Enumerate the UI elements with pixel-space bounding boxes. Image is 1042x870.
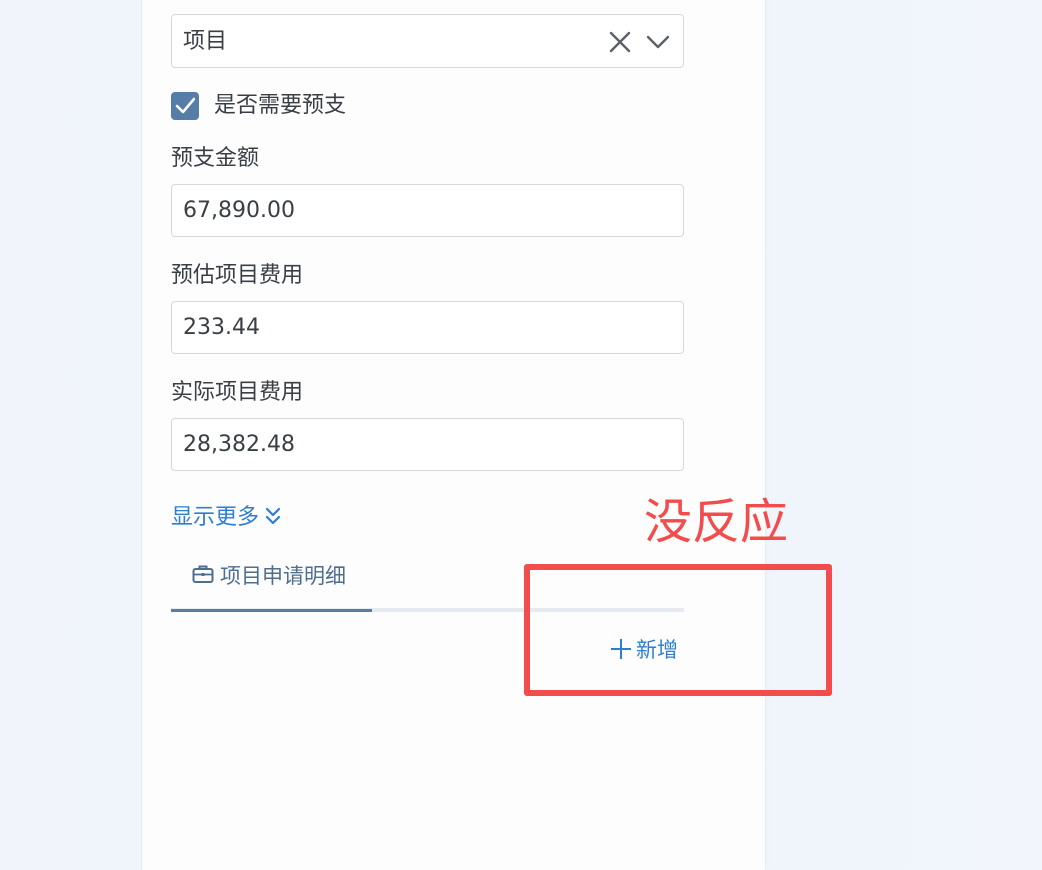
advance-amount-input[interactable]: 67,890.00 bbox=[171, 184, 684, 237]
estimated-cost-label: 预估项目费用 bbox=[171, 263, 304, 288]
advance-amount-value: 67,890.00 bbox=[183, 198, 295, 223]
tab-project-detail-label: 项目申请明细 bbox=[220, 564, 346, 588]
project-select-value: 项目 bbox=[183, 29, 228, 54]
actual-cost-label: 实际项目费用 bbox=[171, 380, 304, 405]
double-chevron-down-icon bbox=[265, 507, 281, 525]
prepay-checkbox[interactable] bbox=[171, 92, 199, 120]
advance-amount-label: 预支金额 bbox=[171, 146, 260, 171]
check-icon bbox=[175, 97, 195, 114]
show-more-link[interactable]: 显示更多 bbox=[171, 503, 281, 533]
actual-cost-input[interactable]: 28,382.48 bbox=[171, 418, 684, 471]
estimated-cost-input[interactable]: 233.44 bbox=[171, 301, 684, 354]
show-more-label: 显示更多 bbox=[171, 505, 260, 530]
actual-cost-value: 28,382.48 bbox=[183, 432, 295, 457]
clear-icon[interactable] bbox=[608, 30, 632, 54]
project-select[interactable]: 项目 bbox=[171, 14, 684, 68]
estimated-cost-value: 233.44 bbox=[183, 315, 260, 340]
annotation-text: 没反应 bbox=[644, 494, 789, 550]
annotation-highlight-box bbox=[524, 564, 832, 696]
chevron-down-icon[interactable] bbox=[646, 30, 670, 54]
tab-active-indicator bbox=[171, 609, 372, 612]
tab-project-detail[interactable]: 项目申请明细 bbox=[171, 556, 372, 612]
prepay-checkbox-label: 是否需要预支 bbox=[214, 93, 347, 118]
briefcase-icon bbox=[192, 564, 214, 588]
